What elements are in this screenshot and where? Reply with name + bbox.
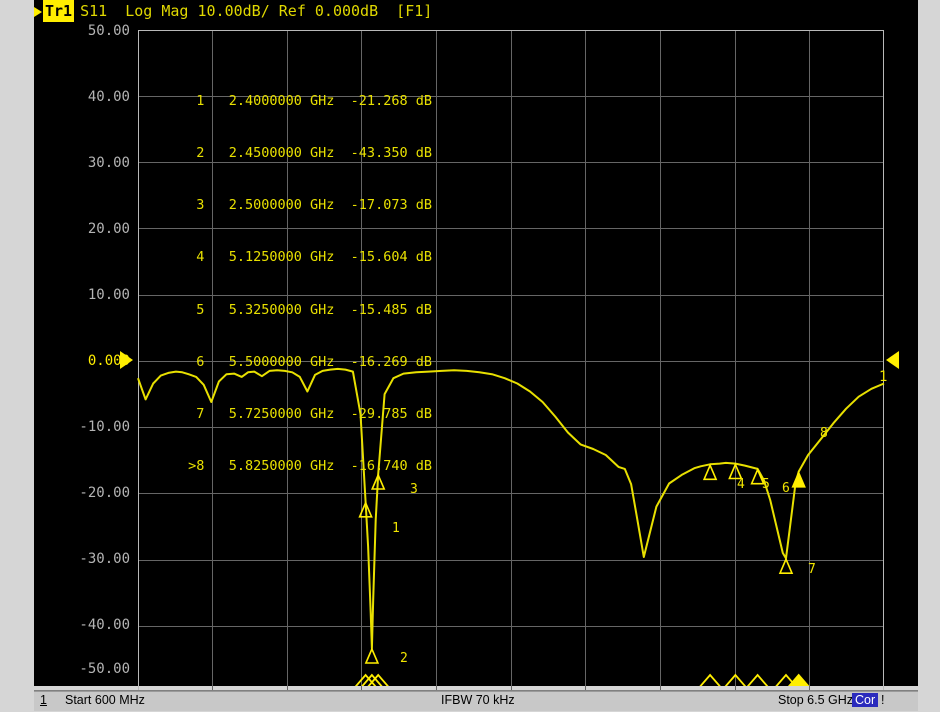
marker-label-8: 8 xyxy=(820,426,828,441)
channel-number[interactable]: 1 xyxy=(40,693,47,707)
trace-select-badge[interactable]: Tr1 xyxy=(43,0,75,22)
status-bar: 1 Start 600 MHz IFBW 70 kHz Stop 6.5 GHz… xyxy=(34,690,918,711)
correction-badge[interactable]: Cor xyxy=(852,693,879,707)
trace-format-label: S11 Log Mag 10.00dB/ Ref 0.000dB [F1] xyxy=(80,2,433,20)
marker-label-1: 1 xyxy=(392,521,400,536)
s11-trace-graph xyxy=(137,367,885,686)
ifbw-setting[interactable]: IFBW 70 kHz xyxy=(441,693,515,707)
start-frequency[interactable]: Start 600 MHz xyxy=(65,693,145,707)
marker-label-5: 5 xyxy=(762,477,770,492)
trace-title-bar: Tr1 S11 Log Mag 10.00dB/ Ref 0.000dB [F1] xyxy=(34,0,918,22)
play-right-arrow-icon xyxy=(34,6,42,17)
marker-glyphs[interactable] xyxy=(358,462,806,664)
marker-label-2: 2 xyxy=(400,651,408,666)
alert-indicator[interactable]: ! xyxy=(881,693,884,707)
trace-polyline xyxy=(137,367,885,650)
stop-frequency[interactable]: Stop 6.5 GHz xyxy=(778,693,853,707)
marker-bottom-triangles[interactable] xyxy=(353,673,812,686)
status-divider xyxy=(34,691,918,692)
trace-number-label: 1 xyxy=(879,369,888,385)
marker-label-6: 6 xyxy=(782,481,790,496)
plot-area[interactable]: 50.00 40.00 30.00 20.00 10.00 0.000 -10.… xyxy=(34,22,918,692)
marker-label-3: 3 xyxy=(410,482,418,497)
marker-label-4: 4 xyxy=(737,477,745,492)
vna-screen: Tr1 S11 Log Mag 10.00dB/ Ref 0.000dB [F1]… xyxy=(0,0,940,712)
marker-label-7: 7 xyxy=(808,562,816,577)
